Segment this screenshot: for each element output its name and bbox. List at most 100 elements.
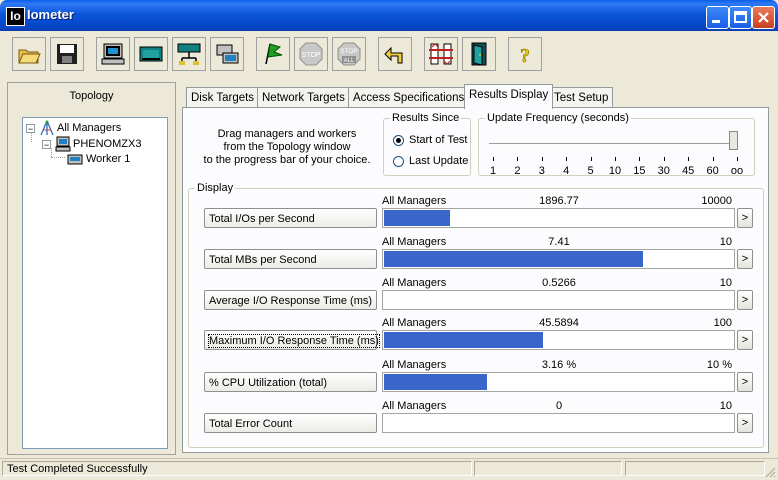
metric-label: Total Error Count [209,418,293,430]
disconnect-button[interactable] [424,37,458,71]
new-network-worker-button[interactable] [172,37,206,71]
maximize-button[interactable] [729,6,752,29]
tab-access-specifications[interactable]: Access Specifications [348,87,470,108]
metric-more-button[interactable]: > [737,413,753,433]
window-title: Iometer [27,7,74,22]
close-button[interactable] [752,6,775,29]
manager-label: PHENOMZX3 [73,138,142,150]
radio-button-selected[interactable] [393,134,404,146]
tab-results-display[interactable]: Results Display [464,84,554,109]
tab-network-targets[interactable]: Network Targets [257,87,350,108]
update-frequency-title: Update Frequency (seconds) [485,112,631,125]
tab-test-setup[interactable]: Test Setup [549,87,614,108]
reset-button[interactable] [378,37,412,71]
metric-select-button[interactable]: Average I/O Response Time (ms) [204,290,377,310]
metric-select-button[interactable]: Total MBs per Second [204,249,377,269]
slider-tick-label: 5 [587,165,594,177]
stop-icon: STOP [299,42,323,66]
metric-label: Maximum I/O Response Time (ms) [208,334,380,348]
new-manager-button[interactable] [96,37,130,71]
start-of-test-label: Start of Test [409,134,468,146]
metric-progress-bar[interactable] [382,290,735,310]
instruction-line: Drag managers and workers [217,128,357,140]
slider-tick-label: 15 [633,165,646,177]
collapse-manager-icon[interactable]: − [42,140,51,150]
results-since-title: Results Since [390,112,462,125]
metric-max: 10 [719,236,732,248]
results-since-group: Results Since Start of Test Last Update [383,112,471,176]
topology-panel: Topology − All Managers − PHENOMZX3 Work… [7,82,176,455]
stop-button[interactable]: STOP [294,37,328,71]
metric-label: Total MBs per Second [209,254,317,266]
metric-progress-bar[interactable] [382,413,735,433]
display-title: Display [195,182,236,195]
metric-progress-bar[interactable] [382,330,735,350]
metric-select-button[interactable]: % CPU Utilization (total) [204,372,377,392]
update-frequency-slider-track[interactable] [489,143,737,148]
radio-button[interactable] [393,155,404,167]
help-icon-label: ? [520,45,530,67]
slider-tick [517,157,519,161]
tree-connector [51,157,65,159]
all-managers-label: All Managers [57,122,122,134]
exit-button[interactable] [462,37,496,71]
copy-worker-button[interactable] [210,37,244,71]
help-button[interactable]: ? [508,37,542,71]
slider-tick [615,157,616,161]
topology-title: Topology [69,90,114,102]
slider-tick [737,157,738,161]
start-button[interactable] [256,37,290,71]
metric-more-button[interactable]: > [737,372,753,392]
metric-label: Total I/Os per Second [209,213,315,225]
metric-max: 10 [719,277,732,289]
metric-select-button[interactable]: Maximum I/O Response Time (ms) [204,330,380,350]
stop-all-button[interactable]: STOP ALL [332,37,366,71]
metric-source: All Managers [382,317,447,329]
toolbar: STOP STOP ALL ? [4,33,774,75]
tab-disk-targets[interactable]: Disk Targets [186,87,260,108]
metric-progress-bar[interactable] [382,208,735,228]
minimize-button[interactable] [706,6,729,29]
new-disk-worker-button[interactable] [134,37,168,71]
tree-connector [51,148,53,157]
open-button[interactable] [12,37,46,71]
stop-all-icon-label-top: STOP [340,48,358,55]
metric-more-button[interactable]: > [737,249,753,269]
metric-progress-bar[interactable] [382,249,735,269]
metric-progress-fill [384,332,543,348]
metric-source: All Managers [382,359,447,371]
slider-tick-label: 30 [657,165,670,177]
resize-grip-icon[interactable] [764,466,776,478]
status-text: Test Completed Successfully [2,461,472,476]
disk-worker-icon [67,154,83,165]
slider-tick-label: 3 [538,165,545,177]
save-button[interactable] [50,37,84,71]
minimize-icon [712,20,720,23]
title-bar[interactable]: Io Iometer [0,0,778,31]
metric-progress-fill [384,374,487,390]
metric-select-button[interactable]: Total I/Os per Second [204,208,377,228]
slider-tick-label: 1 [489,165,497,177]
stop-all-icon: STOP ALL [337,42,361,66]
status-pane [625,461,765,476]
slider-tick-label: oo [730,165,744,177]
topology-tree[interactable]: − All Managers − PHENOMZX3 Worker 1 [22,117,168,449]
slider-tick [590,157,592,161]
save-disk-icon [57,44,77,64]
metric-more-button[interactable]: > [737,208,753,228]
metric-max: 100 [713,317,732,329]
metric-more-button[interactable]: > [737,330,753,350]
metric-select-button[interactable]: Total Error Count [204,413,377,433]
slider-tick-label: 60 [706,165,719,177]
radio-last-update[interactable]: Last Update [393,154,468,168]
metric-source: All Managers [382,195,447,207]
status-bar: Test Completed Successfully [0,458,778,480]
metric-progress-bar[interactable] [382,372,735,392]
drag-instructions: Drag managers and workers from the Topol… [197,128,377,167]
metric-source: All Managers [382,236,447,248]
metric-progress-fill [384,251,643,267]
radio-start-of-test[interactable]: Start of Test [393,133,468,147]
update-frequency-slider-thumb[interactable] [729,131,738,150]
instruction-line: to the progress bar of your choice. [203,154,371,166]
metric-more-button[interactable]: > [737,290,753,310]
